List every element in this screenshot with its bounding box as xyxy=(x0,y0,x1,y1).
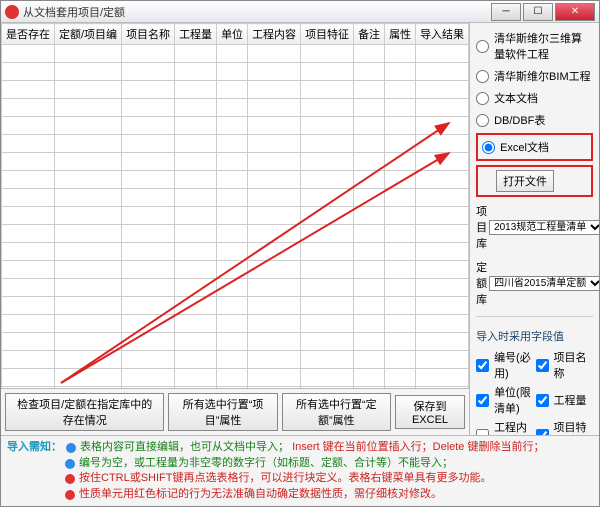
set-quota-attr-button[interactable]: 所有选中行置“定额”属性 xyxy=(282,393,391,431)
save-excel-button[interactable]: 保存到EXCEL xyxy=(395,395,465,429)
table-row[interactable] xyxy=(2,63,469,81)
data-grid[interactable]: 是否存在定额/项目编项目名称工程量单位工程内容项目特征备注属性导入结果 xyxy=(1,23,469,388)
field-qty[interactable]: 工程量 xyxy=(536,384,593,416)
set-project-attr-button[interactable]: 所有选中行置“项目”属性 xyxy=(168,393,277,431)
app-icon xyxy=(5,5,19,19)
table-row[interactable] xyxy=(2,153,469,171)
field-unit[interactable]: 单位(限清单) xyxy=(476,384,533,416)
check-exists-button[interactable]: 检查项目/定额在指定库中的存在情况 xyxy=(5,393,164,431)
table-row[interactable] xyxy=(2,279,469,297)
table-row[interactable] xyxy=(2,45,469,63)
maximize-button[interactable]: ☐ xyxy=(523,3,553,21)
table-row[interactable] xyxy=(2,369,469,387)
source-opt-3dcalc[interactable]: 清华斯维尔三维算量软件工程 xyxy=(476,30,593,62)
quotalib-select[interactable]: 四川省2015清单定额 xyxy=(489,276,599,291)
table-row[interactable] xyxy=(2,81,469,99)
column-header[interactable]: 定额/项目编 xyxy=(55,24,122,45)
table-row[interactable] xyxy=(2,225,469,243)
table-row[interactable] xyxy=(2,261,469,279)
window-title: 从文档套用项目/定额 xyxy=(23,4,489,20)
table-row[interactable] xyxy=(2,207,469,225)
column-header[interactable]: 工程内容 xyxy=(248,24,301,45)
source-opt-text[interactable]: 文本文档 xyxy=(476,90,593,106)
column-header[interactable]: 属性 xyxy=(385,24,416,45)
close-window-button[interactable]: ✕ xyxy=(555,3,595,21)
column-header[interactable]: 导入结果 xyxy=(416,24,469,45)
column-header[interactable]: 备注 xyxy=(354,24,385,45)
source-opt-excel[interactable]: Excel文档 xyxy=(482,139,587,155)
import-notes: 导入需知： 表格内容可直接编辑，也可从文档中导入； Insert 键在当前位置插… xyxy=(1,435,599,506)
projlib-label: 项目库 xyxy=(476,203,487,251)
table-row[interactable] xyxy=(2,315,469,333)
table-row[interactable] xyxy=(2,99,469,117)
fields-title: 导入时采用字段值 xyxy=(476,328,593,344)
table-row[interactable] xyxy=(2,189,469,207)
bullet-icon xyxy=(66,443,76,453)
table-row[interactable] xyxy=(2,135,469,153)
bullet-icon xyxy=(65,490,75,500)
bullet-icon xyxy=(65,459,75,469)
field-feature[interactable]: 项目特征 xyxy=(536,419,593,435)
source-opt-dbf[interactable]: DB/DBF表 xyxy=(476,112,593,128)
projlib-select[interactable]: 2013规范工程量清单 xyxy=(489,220,599,235)
quotalib-label: 定额库 xyxy=(476,259,487,307)
column-header[interactable]: 工程量 xyxy=(175,24,217,45)
minimize-button[interactable]: ─ xyxy=(491,3,521,21)
table-row[interactable] xyxy=(2,243,469,261)
field-code[interactable]: 编号(必用) xyxy=(476,349,533,381)
source-opt-bim[interactable]: 清华斯维尔BIM工程 xyxy=(476,68,593,84)
table-row[interactable] xyxy=(2,333,469,351)
table-row[interactable] xyxy=(2,387,469,389)
field-name[interactable]: 项目名称 xyxy=(536,349,593,381)
column-header[interactable]: 单位 xyxy=(217,24,248,45)
open-file-button[interactable]: 打开文件 xyxy=(496,170,554,192)
table-row[interactable] xyxy=(2,171,469,189)
bullet-icon xyxy=(65,474,75,484)
column-header[interactable]: 项目名称 xyxy=(122,24,175,45)
table-row[interactable] xyxy=(2,297,469,315)
field-content[interactable]: 工程内容 xyxy=(476,419,533,435)
table-row[interactable] xyxy=(2,117,469,135)
column-header[interactable]: 是否存在 xyxy=(2,24,55,45)
column-header[interactable]: 项目特征 xyxy=(301,24,354,45)
table-row[interactable] xyxy=(2,351,469,369)
